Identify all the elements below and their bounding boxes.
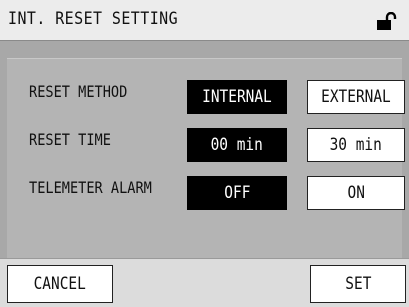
reset-time-label: RESET TIME — [29, 130, 111, 149]
set-button[interactable]: SET — [310, 265, 406, 303]
reset-method-external-button[interactable]: EXTERNAL — [307, 80, 405, 114]
reset-method-label: RESET METHOD — [29, 82, 128, 101]
reset-time-30min-button[interactable]: 30 min — [307, 128, 405, 162]
cancel-button[interactable]: CANCEL — [7, 265, 113, 303]
title-bar: INT. RESET SETTING — [0, 0, 409, 41]
telemeter-alarm-off-button[interactable]: OFF — [187, 176, 287, 210]
telemeter-alarm-on-button[interactable]: ON — [307, 176, 405, 210]
page-title: INT. RESET SETTING — [8, 9, 179, 29]
reset-method-internal-button[interactable]: INTERNAL — [187, 80, 287, 114]
unlocked-padlock-icon — [377, 12, 397, 30]
reset-time-00min-button[interactable]: 00 min — [187, 128, 287, 162]
telemeter-alarm-label: TELEMETER ALARM — [29, 178, 152, 197]
